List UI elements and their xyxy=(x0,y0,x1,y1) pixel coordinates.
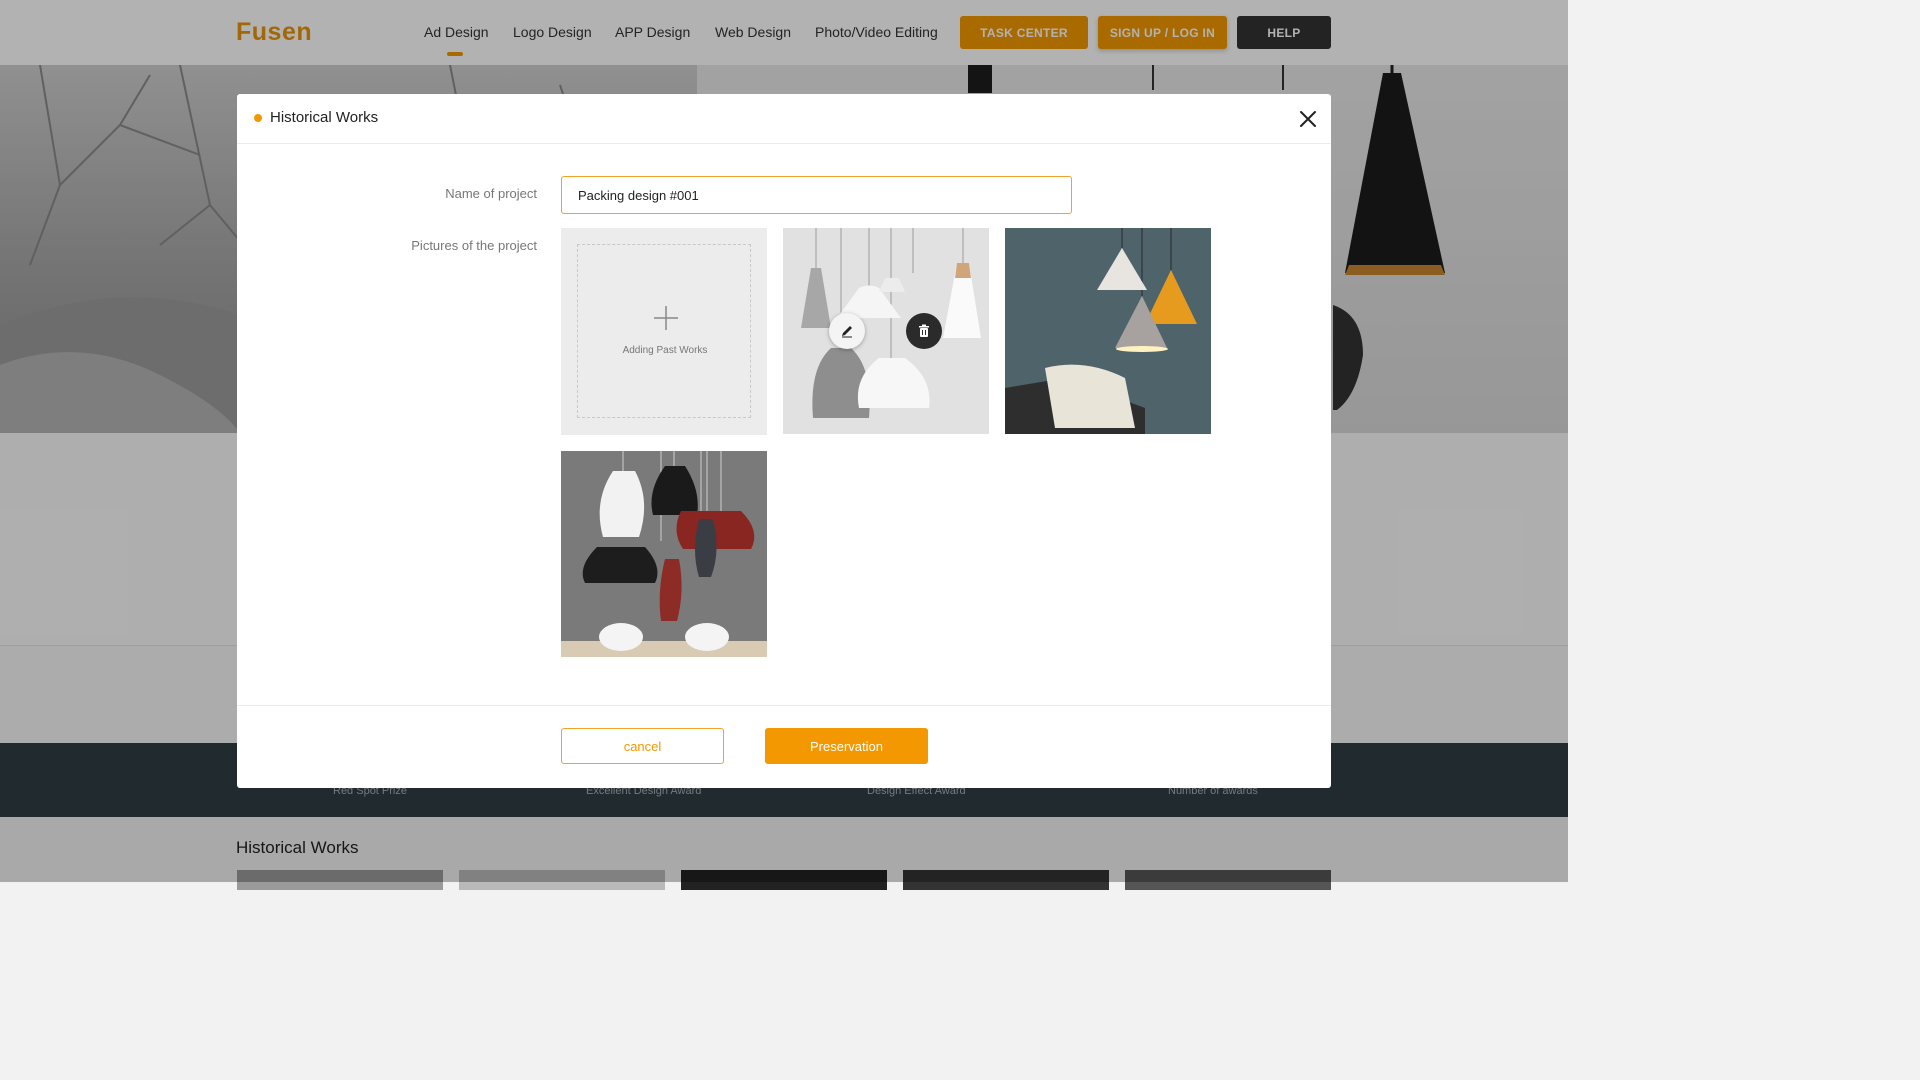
plus-icon xyxy=(654,306,678,330)
title-dot-icon xyxy=(254,114,262,122)
upload-dropzone[interactable]: Adding Past Works xyxy=(577,244,751,418)
trash-icon xyxy=(919,324,929,337)
picture-grey-white-lamps xyxy=(783,228,989,434)
edit-picture-button[interactable] xyxy=(829,313,865,349)
project-pictures-label: Pictures of the project xyxy=(411,238,537,253)
picture-black-white-red-pendants xyxy=(561,451,767,657)
add-picture-tile[interactable]: Adding Past Works xyxy=(561,228,767,435)
picture-cone-lamps-blue-wall xyxy=(1005,228,1211,434)
close-button[interactable] xyxy=(1297,108,1319,130)
project-picture-1[interactable] xyxy=(783,228,989,434)
edit-icon xyxy=(842,326,852,338)
project-name-input[interactable] xyxy=(561,176,1072,214)
close-icon xyxy=(1300,111,1316,127)
save-button[interactable]: Preservation xyxy=(765,728,928,764)
cancel-button[interactable]: cancel xyxy=(561,728,724,764)
project-name-label: Name of project xyxy=(445,186,537,201)
project-picture-2[interactable] xyxy=(1005,228,1211,434)
delete-picture-button[interactable] xyxy=(906,313,942,349)
add-picture-text: Adding Past Works xyxy=(622,345,708,356)
dialog-title: Historical Works xyxy=(270,109,379,126)
dialog-header: Historical Works xyxy=(237,94,1331,144)
historical-works-dialog: Historical Works Name of project Picture… xyxy=(237,94,1331,788)
dialog-footer-divider xyxy=(237,705,1331,706)
project-picture-3[interactable] xyxy=(561,451,767,657)
